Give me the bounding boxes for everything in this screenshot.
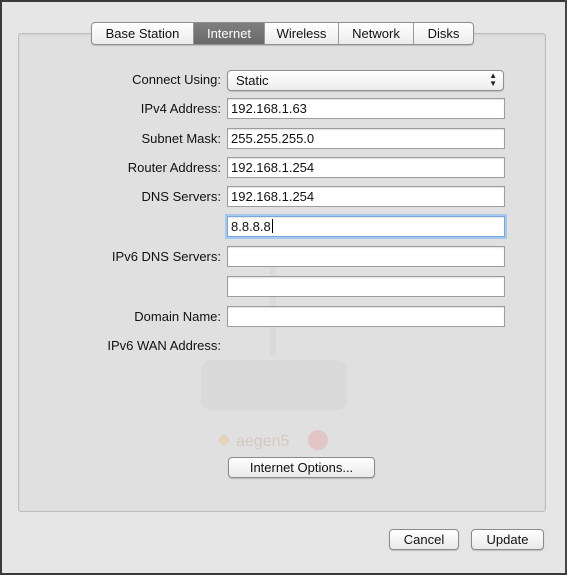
dns-server-2-field[interactable]: 8.8.8.8 (227, 216, 505, 237)
tab-base-station[interactable]: Base Station (92, 23, 194, 44)
ipv6-dns-server-1-field[interactable] (227, 246, 505, 267)
updown-arrows-icon: ▲ ▼ (489, 71, 497, 88)
tab-network[interactable]: Network (339, 23, 414, 44)
ipv6-dns-server-2-field[interactable] (227, 276, 505, 297)
ipv6-dns-servers-label: IPv6 DNS Servers: (111, 249, 221, 264)
internet-options-button[interactable]: Internet Options... (228, 457, 375, 478)
dns-server-2-value: 8.8.8.8 (231, 219, 271, 234)
tab-disks[interactable]: Disks (414, 23, 473, 44)
connect-using-value: Static (236, 73, 269, 88)
connect-using-popup[interactable]: Static ▲ ▼ (227, 70, 504, 91)
router-address-label: Router Address: (127, 160, 221, 175)
router-address-field[interactable]: 192.168.1.254 (227, 157, 505, 178)
text-caret (271, 219, 273, 233)
window-frame-top (0, 0, 567, 2)
tab-bar: Base Station Internet Wireless Network D… (91, 22, 474, 45)
ipv4-address-label: IPv4 Address: (140, 101, 221, 116)
dns-servers-label: DNS Servers: (141, 189, 221, 204)
domain-name-label: Domain Name: (134, 309, 221, 324)
ipv4-address-field[interactable]: 192.168.1.63 (227, 98, 505, 119)
window-frame-left (0, 0, 2, 575)
tab-internet[interactable]: Internet (194, 23, 265, 44)
connect-using-label: Connect Using: (132, 72, 221, 87)
dns-server-1-field[interactable]: 192.168.1.254 (227, 186, 505, 207)
tab-wireless[interactable]: Wireless (265, 23, 339, 44)
ipv6-wan-address-label: IPv6 WAN Address: (107, 338, 221, 353)
subnet-mask-field[interactable]: 255.255.255.0 (227, 128, 505, 149)
cancel-button[interactable]: Cancel (389, 529, 459, 550)
domain-name-field[interactable] (227, 306, 505, 327)
subnet-mask-label: Subnet Mask: (141, 131, 222, 146)
update-button[interactable]: Update (471, 529, 544, 550)
